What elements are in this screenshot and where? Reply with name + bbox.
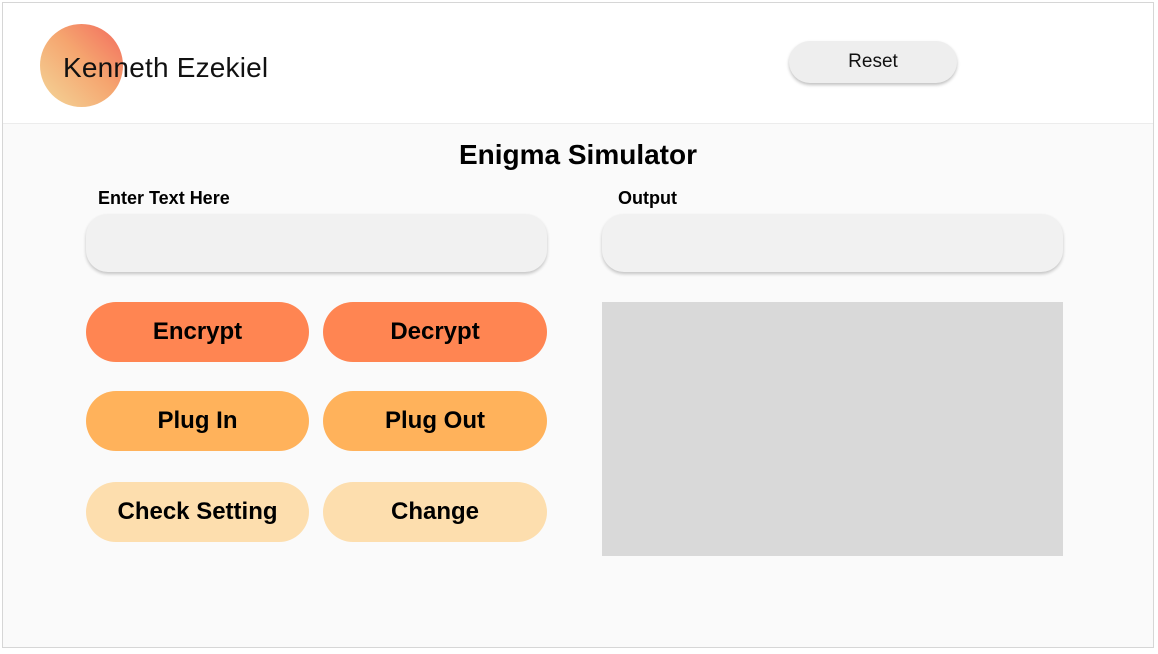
plug-out-button[interactable]: Plug Out	[323, 391, 547, 451]
user-name: Kenneth Ezekiel	[63, 52, 269, 83]
change-button[interactable]: Change	[323, 482, 547, 542]
app-window: Kenneth Ezekiel Reset Enigma Simulator E…	[2, 2, 1154, 648]
check-setting-button[interactable]: Check Setting	[86, 482, 309, 542]
text-input-field[interactable]	[86, 214, 547, 272]
reset-button[interactable]: Reset	[789, 41, 957, 83]
input-label: Enter Text Here	[98, 188, 230, 208]
output-field[interactable]	[602, 214, 1063, 272]
decrypt-button[interactable]: Decrypt	[323, 302, 547, 362]
display-panel	[602, 302, 1063, 556]
encrypt-button[interactable]: Encrypt	[86, 302, 309, 362]
plug-in-button[interactable]: Plug In	[86, 391, 309, 451]
page-title: Enigma Simulator	[458, 139, 698, 170]
header-bar: Kenneth Ezekiel Reset	[3, 3, 1153, 124]
output-label: Output	[618, 188, 677, 208]
